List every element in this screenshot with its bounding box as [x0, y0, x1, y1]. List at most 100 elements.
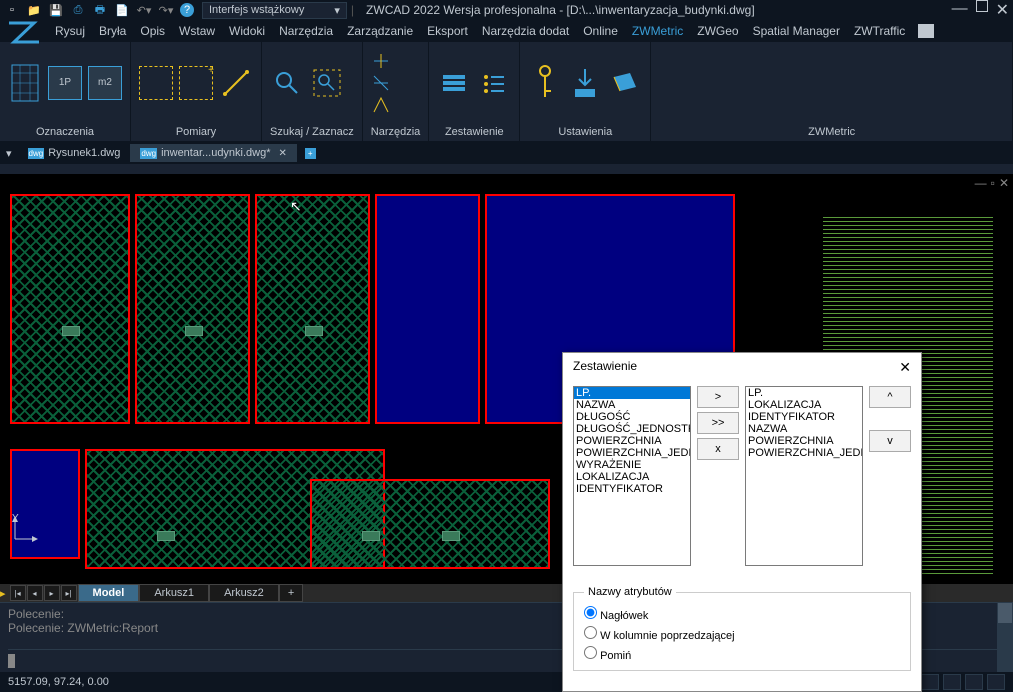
marker-m2-icon[interactable]: m2 [88, 66, 122, 100]
select-dashed-icon[interactable] [139, 66, 173, 100]
preview-icon[interactable]: 📄 [114, 2, 130, 18]
menu-opis[interactable]: Opis [135, 22, 170, 40]
undo-icon[interactable]: ↶▾ [136, 2, 152, 18]
attribute-names-group: Nazwy atrybutów Nagłówek W kolumnie popr… [563, 582, 921, 675]
list-item[interactable]: POWIERZCHNIA_JEDN [746, 447, 862, 459]
list-item[interactable]: DŁUGOŚĆ [574, 411, 690, 423]
ribbon-label: Ustawienia [520, 123, 650, 141]
doc-tab-rysunek1[interactable]: dwg Rysunek1.dwg [18, 144, 131, 162]
redo-icon[interactable]: ↷▾ [158, 2, 174, 18]
app-logo[interactable] [4, 18, 44, 50]
new-tab-icon[interactable]: + [305, 148, 316, 159]
list-item[interactable]: LP. [574, 387, 690, 399]
ribbon-group-ustawienia: Ustawienia [520, 42, 651, 141]
list-item[interactable]: IDENTYFIKATOR [746, 411, 862, 423]
menu-spatial[interactable]: Spatial Manager [748, 22, 845, 40]
remove-button[interactable]: x [697, 438, 739, 460]
list-item[interactable]: POWIERZCHNIA [574, 435, 690, 447]
ribbon-label: Pomiary [131, 123, 261, 141]
menu-rysuj[interactable]: Rysuj [50, 22, 90, 40]
list-item[interactable]: WYRAŻENIE [574, 459, 690, 471]
radio-kolumna[interactable]: W kolumnie poprzedzającej [584, 624, 900, 644]
interface-dropdown[interactable]: Interfejs wstążkowy ▾ [202, 2, 347, 19]
tab-last-icon[interactable]: ▸| [61, 585, 77, 601]
list-item[interactable]: POWIERZCHNIA [746, 435, 862, 447]
tab-first-icon[interactable]: |◂ [10, 585, 26, 601]
select-add-icon[interactable]: + [179, 66, 213, 100]
sb-extra3-icon[interactable] [965, 674, 983, 690]
addall-button[interactable]: >> [697, 412, 739, 434]
movedown-button[interactable]: v [869, 430, 911, 452]
search-selection-icon[interactable] [310, 58, 344, 108]
add-button[interactable]: > [697, 386, 739, 408]
ribbon-label: Szukaj / Zaznacz [262, 123, 362, 141]
list-item[interactable]: IDENTYFIKATOR [574, 483, 690, 495]
menu-wstaw[interactable]: Wstaw [174, 22, 220, 40]
menu-eksport[interactable]: Eksport [422, 22, 473, 40]
menu-zarzadzanie[interactable]: Zarządzanie [342, 22, 418, 40]
list-item[interactable]: DŁUGOŚĆ_JEDNOSTK [574, 423, 690, 435]
expand-ribbon-icon[interactable] [918, 24, 934, 38]
radio-pomin[interactable]: Pomiń [584, 644, 900, 664]
canvas-close-icon[interactable]: ✕ [999, 176, 1009, 190]
hatch-tool-icon[interactable] [8, 58, 42, 108]
menu-narzedzia[interactable]: Narzędzia [274, 22, 338, 40]
open-icon[interactable]: 📁 [26, 2, 42, 18]
doc-tab-inwentar[interactable]: dwg inwentar...udynki.dwg* ✕ [130, 144, 297, 162]
dropdown-label: Interfejs wstążkowy [209, 4, 304, 16]
list-item[interactable]: LP. [746, 387, 862, 399]
download-icon[interactable] [568, 58, 602, 108]
menu-zwtraffic[interactable]: ZWTraffic [849, 22, 910, 40]
minimize-icon[interactable]: — [952, 0, 968, 20]
help-icon[interactable]: ? [180, 3, 194, 17]
dialog-close-icon[interactable]: ✕ [899, 359, 911, 376]
menu-narzedzia-dodat[interactable]: Narzędzia dodat [477, 22, 574, 40]
search-icon[interactable] [270, 58, 304, 108]
list-item[interactable]: LOKALIZACJA [746, 399, 862, 411]
menu-zwmetric[interactable]: ZWMetric [627, 22, 688, 40]
dim-tool-1-icon[interactable] [371, 51, 391, 71]
available-listbox[interactable]: LP. NAZWA DŁUGOŚĆ DŁUGOŚĆ_JEDNOSTK POWIE… [573, 386, 691, 566]
list-icon[interactable] [477, 58, 511, 108]
tab-prev-icon[interactable]: ◂ [27, 585, 43, 601]
close-icon[interactable]: ✕ [996, 0, 1009, 20]
list-item[interactable]: POWIERZCHNIA_JEDN [574, 447, 690, 459]
maximize-icon[interactable] [976, 0, 988, 12]
marker-1p-icon[interactable]: 1P [48, 66, 82, 100]
radio-naglowek[interactable]: Nagłówek [584, 604, 900, 624]
save-icon[interactable]: 💾 [48, 2, 64, 18]
tab-next-icon[interactable]: ▸ [44, 585, 60, 601]
menu-widoki[interactable]: Widoki [224, 22, 270, 40]
sb-extra4-icon[interactable] [987, 674, 1005, 690]
menu-zwgeo[interactable]: ZWGeo [692, 22, 743, 40]
tab-arkusz1[interactable]: Arkusz1 [139, 584, 209, 602]
list-item[interactable]: LOKALIZACJA [574, 471, 690, 483]
tab-model[interactable]: Model [78, 584, 140, 602]
saveall-icon[interactable]: ⎙ [70, 2, 86, 18]
menu-online[interactable]: Online [578, 22, 623, 40]
selected-listbox[interactable]: LP. LOKALIZACJA IDENTYFIKATOR NAZWA POWI… [745, 386, 863, 566]
menu-bryla[interactable]: Bryła [94, 22, 131, 40]
close-tab-icon[interactable]: ✕ [279, 148, 287, 159]
list-item[interactable]: NAZWA [746, 423, 862, 435]
dim-tool-2-icon[interactable] [371, 73, 391, 93]
sb-extra2-icon[interactable] [943, 674, 961, 690]
key-icon[interactable] [528, 58, 562, 108]
moveup-button[interactable]: ^ [869, 386, 911, 408]
ribbon-label: Narzędzia [363, 123, 429, 141]
print-icon[interactable]: 🖶 [92, 2, 108, 18]
separator-icon: | [351, 3, 354, 17]
new-icon[interactable]: ▫ [4, 2, 20, 18]
command-scrollbar[interactable] [997, 602, 1013, 672]
sb-extra1-icon[interactable] [921, 674, 939, 690]
tab-dropdown-icon[interactable]: ▾ [6, 147, 12, 160]
table-icon[interactable] [437, 58, 471, 108]
list-item[interactable]: NAZWA [574, 399, 690, 411]
dim-tool-3-icon[interactable] [371, 95, 391, 115]
measure-line-icon[interactable] [219, 58, 253, 108]
tab-add-icon[interactable]: + [279, 584, 303, 602]
canvas-minimize-icon[interactable]: — [975, 176, 987, 190]
canvas-maximize-icon[interactable]: ▫ [991, 176, 995, 190]
book-icon[interactable] [608, 58, 642, 108]
tab-arkusz2[interactable]: Arkusz2 [209, 584, 279, 602]
